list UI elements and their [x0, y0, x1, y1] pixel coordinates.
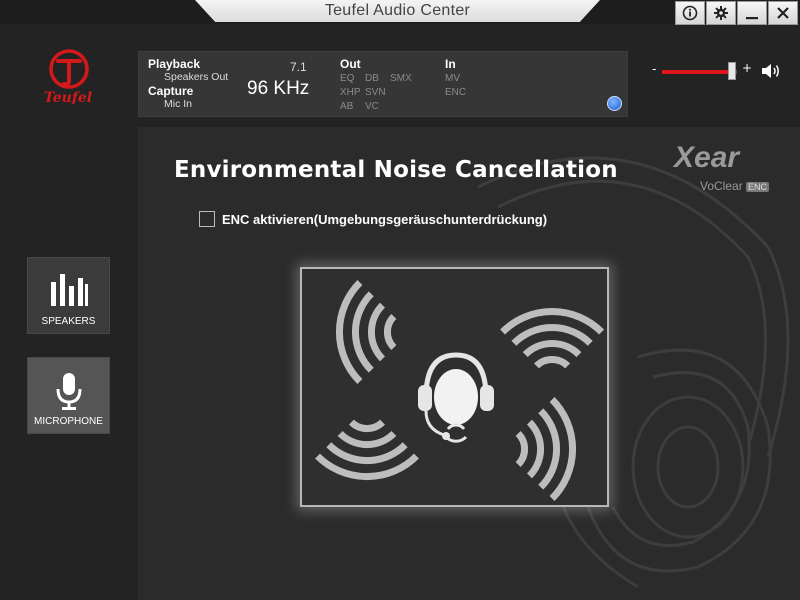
equalizer-bars-icon: [50, 274, 88, 306]
capture-label: Capture: [148, 84, 194, 98]
in-label: In: [445, 57, 456, 71]
channel-config: 7.1: [290, 60, 307, 74]
sound-waves-icon: [310, 283, 409, 382]
main-panel: Environmental Noise Cancellation Xear Vo…: [138, 127, 800, 600]
enc-checkbox[interactable]: [199, 211, 215, 227]
microphone-icon: [56, 373, 81, 410]
enc-illustration-graphic: [302, 269, 607, 505]
volume-slider[interactable]: [662, 70, 737, 74]
xear-sub: VoClear ENC: [700, 179, 770, 193]
nav-speakers-label: SPEAKERS: [41, 316, 96, 327]
nav-speakers-button[interactable]: SPEAKERS: [27, 257, 110, 334]
window-title: Teufel Audio Center: [324, 2, 471, 19]
sound-waves-icon: [503, 283, 602, 382]
out-label: Out: [340, 57, 361, 71]
xear-logo: Xear VoClear ENC: [674, 141, 770, 193]
xear-logo-text: Xear: [674, 141, 740, 174]
out-feature-xhp: XHP: [340, 87, 361, 98]
page-title: Environmental Noise Cancellation: [174, 157, 618, 183]
xear-enc-badge: ENC: [746, 182, 770, 192]
volume-fill: [662, 70, 732, 74]
in-feature-enc: ENC: [445, 87, 467, 98]
info-button[interactable]: [675, 1, 705, 25]
playback-label: Playback: [148, 57, 201, 71]
out-feature-ab: AB: [340, 101, 354, 112]
out-feature-eq: EQ: [340, 73, 355, 84]
close-button[interactable]: [768, 1, 798, 25]
nav-microphone-label: MICROPHONE: [34, 416, 103, 427]
enc-checkbox-label[interactable]: ENC aktivieren(Umgebungsgeräuschunterdrü…: [222, 212, 547, 227]
volume-plus[interactable]: +: [742, 61, 752, 75]
sound-waves-icon: [503, 400, 602, 499]
info-icon: [682, 5, 698, 21]
speaker-icon[interactable]: [760, 62, 782, 80]
window-controls: [674, 1, 798, 25]
minimize-button[interactable]: [737, 1, 767, 25]
capture-device: Mic In: [164, 98, 193, 110]
sample-rate: 96 KHz: [247, 78, 310, 99]
playback-device: Speakers Out: [164, 71, 229, 83]
gear-icon: [714, 6, 728, 20]
headset-icon: [418, 352, 494, 443]
sound-waves-icon: [318, 407, 417, 505]
minimize-icon: [746, 17, 758, 20]
out-feature-smx: SMX: [390, 73, 412, 84]
nav-microphone-button[interactable]: MICROPHONE: [27, 357, 110, 434]
close-icon: [777, 7, 789, 19]
settings-button[interactable]: [706, 1, 736, 25]
in-feature-mv: MV: [445, 73, 460, 84]
logo-text: Teufel: [43, 90, 93, 106]
xear-sub-text: VoClear: [700, 179, 743, 193]
refresh-icon[interactable]: [607, 96, 622, 111]
volume-minus[interactable]: -: [652, 62, 656, 76]
out-feature-svn: SVN: [365, 87, 386, 98]
enc-illustration: [300, 267, 609, 507]
out-feature-vc: VC: [365, 101, 379, 112]
out-feature-db: DB: [365, 73, 379, 84]
volume-thumb[interactable]: [728, 62, 736, 80]
device-info-panel: Playback Speakers Out Capture Mic In 7.1…: [138, 51, 628, 117]
